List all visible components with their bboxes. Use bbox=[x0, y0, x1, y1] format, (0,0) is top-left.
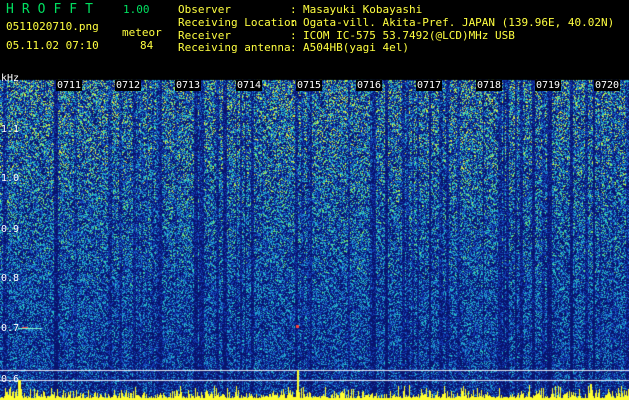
info-value: ICOM IC-575 53.7492(@LCD)MHz USB bbox=[303, 28, 515, 42]
y-tick: 0.6 bbox=[1, 374, 20, 385]
observation-datetime: 05.11.02 07:10 bbox=[6, 39, 99, 52]
header: HROFFT 1.00 0511020710.png 05.11.02 07:1… bbox=[0, 0, 629, 78]
y-tick: 0.8 bbox=[1, 273, 20, 284]
y-tick: 0.7 bbox=[1, 323, 20, 334]
time-label: 0716 bbox=[356, 80, 383, 91]
app-version: 1.00 bbox=[123, 3, 150, 16]
time-label: 0719 bbox=[535, 80, 562, 91]
time-label: 0715 bbox=[296, 80, 323, 91]
station-info: Observer: Masayuki Kobayashi Receiving Lo… bbox=[178, 3, 615, 55]
info-key: Receiving Location bbox=[178, 15, 298, 29]
time-label: 0718 bbox=[476, 80, 503, 91]
y-tick: 1.0 bbox=[1, 173, 20, 184]
time-label: 0717 bbox=[416, 80, 443, 91]
y-axis-unit: kHz bbox=[1, 73, 20, 84]
time-label: 0713 bbox=[175, 80, 202, 91]
time-label: 0714 bbox=[236, 80, 263, 91]
info-key: Observer bbox=[178, 3, 231, 16]
info-value: Ogata-vill. Akita-Pref. JAPAN (139.96E, … bbox=[303, 15, 615, 29]
time-label: 0720 bbox=[594, 80, 621, 91]
info-key: Receiving antenna bbox=[178, 41, 291, 55]
spectrogram-canvas[interactable] bbox=[0, 78, 629, 400]
time-label: 0712 bbox=[115, 80, 142, 91]
meteor-count: 84 bbox=[140, 39, 154, 52]
y-tick: 0.9 bbox=[1, 224, 20, 235]
time-label: 0711 bbox=[56, 80, 83, 91]
info-value: Masayuki Kobayashi bbox=[303, 3, 423, 16]
y-tick: 1.1 bbox=[1, 124, 20, 135]
file-name: 0511020710.png bbox=[6, 20, 99, 33]
info-row-antenna: Receiving antenna: A504HB(yagi 4el) bbox=[178, 41, 409, 55]
mode-label: meteor bbox=[122, 26, 162, 39]
app-title: HROFFT bbox=[6, 2, 101, 17]
info-value: A504HB(yagi 4el) bbox=[303, 41, 409, 55]
